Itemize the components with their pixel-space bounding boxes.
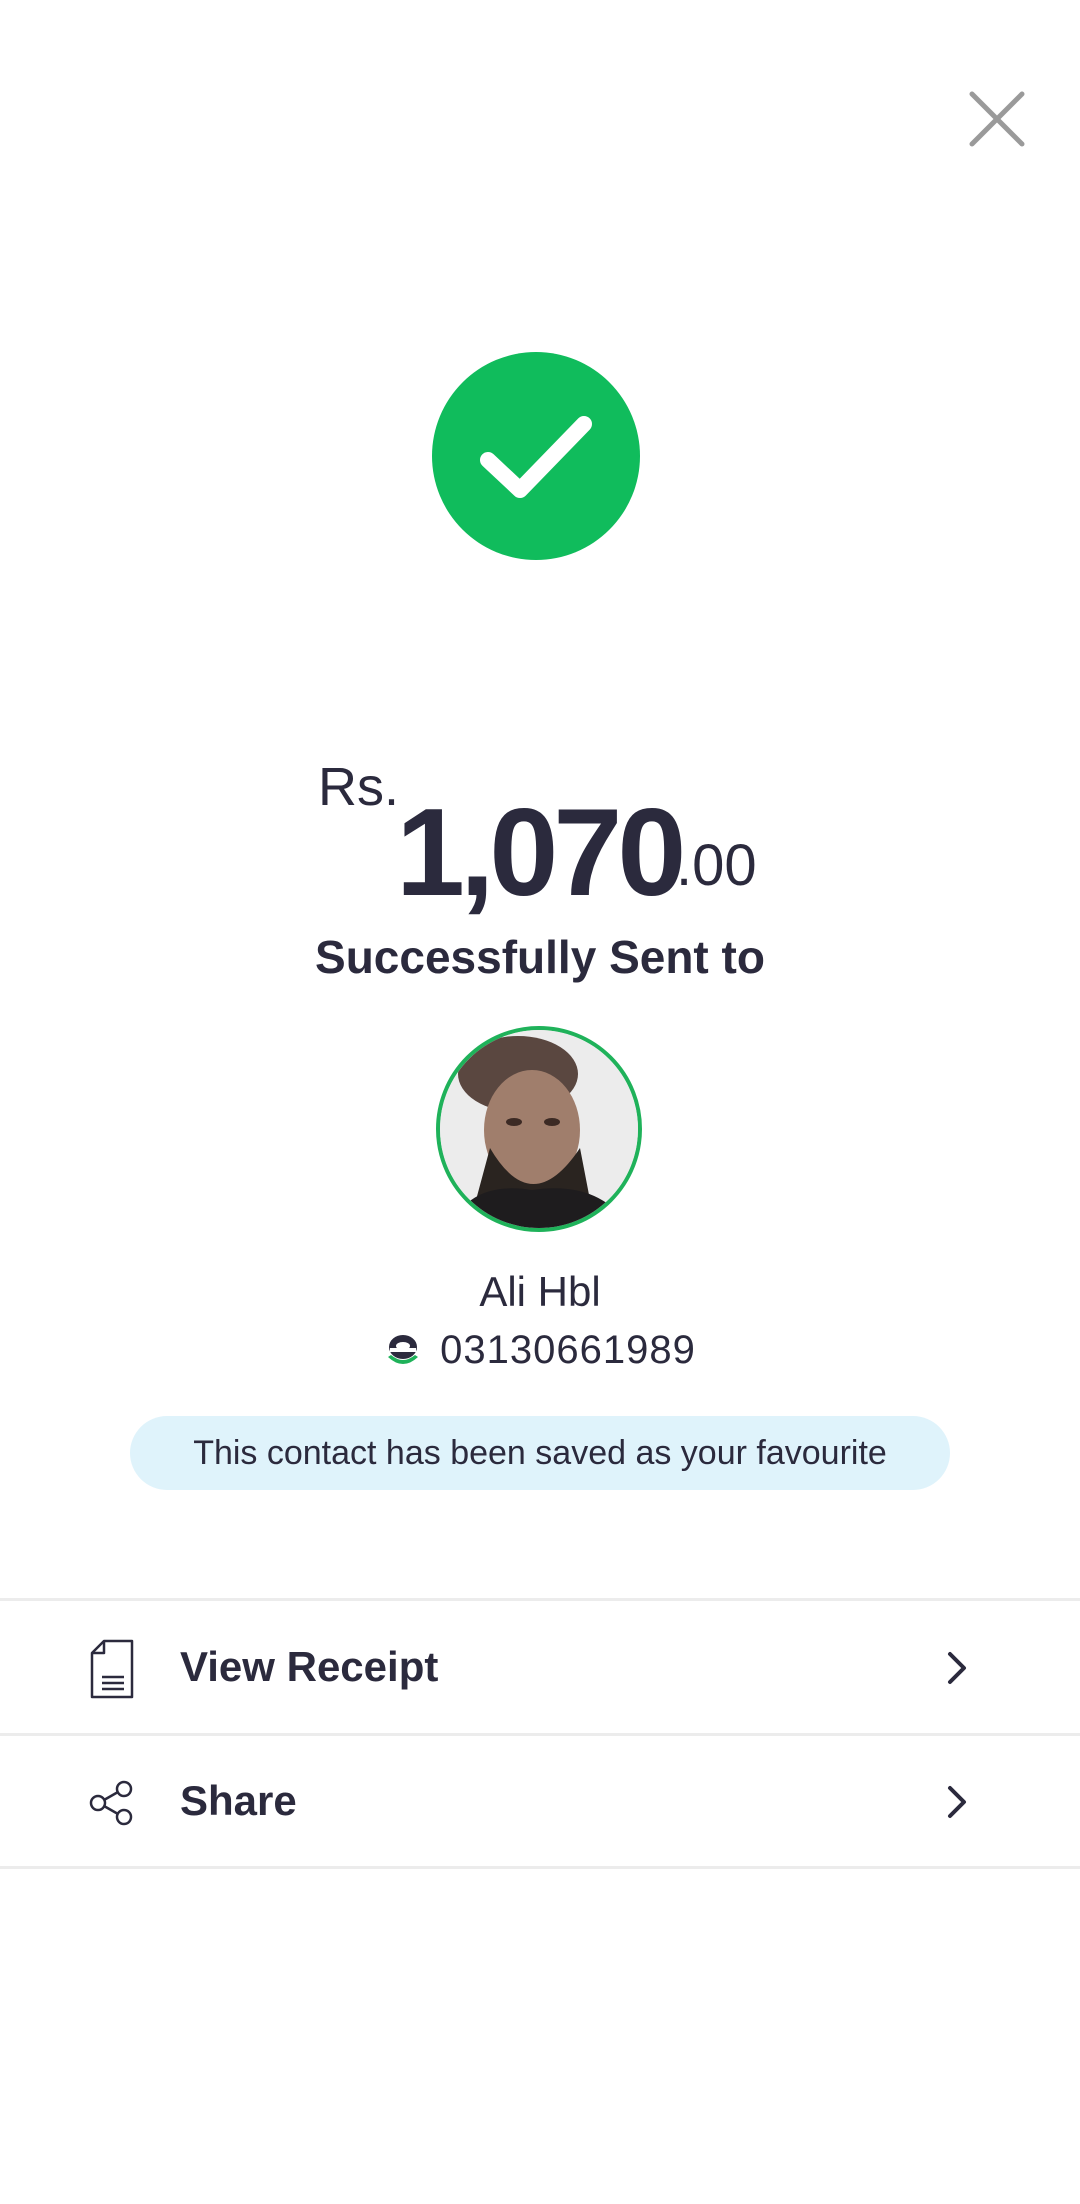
avatar-photo — [440, 1030, 638, 1228]
favourite-banner: This contact has been saved as your favo… — [130, 1416, 950, 1490]
recipient-phone-row: 03130661989 — [0, 1322, 1080, 1378]
view-receipt-row[interactable]: View Receipt — [0, 1603, 1080, 1733]
chevron-right-icon — [948, 1786, 966, 1818]
amount-whole: 1,070 — [396, 784, 686, 922]
share-row[interactable]: Share — [0, 1737, 1080, 1867]
share-icon — [89, 1780, 133, 1826]
recipient-name: Ali Hbl — [479, 1268, 601, 1315]
close-icon — [969, 91, 1025, 147]
divider — [0, 1598, 1080, 1601]
divider — [0, 1866, 1080, 1869]
success-message: Successfully Sent to — [315, 931, 765, 983]
receipt-icon — [90, 1639, 134, 1699]
check-icon — [480, 416, 592, 498]
amount-currency: Rs. — [318, 757, 399, 817]
recipient-phone: 03130661989 — [440, 1327, 696, 1372]
amount-decimal: .00 — [676, 833, 757, 898]
share-label: Share — [180, 1777, 297, 1824]
amount-display: Rs. 1,070 .00 — [0, 740, 1080, 922]
view-receipt-label: View Receipt — [180, 1643, 439, 1690]
success-badge — [432, 352, 640, 560]
divider — [0, 1733, 1080, 1736]
chevron-right-icon — [948, 1652, 966, 1684]
easypaisa-icon — [388, 1335, 419, 1364]
recipient-avatar — [436, 1026, 642, 1232]
close-button[interactable] — [966, 88, 1028, 150]
